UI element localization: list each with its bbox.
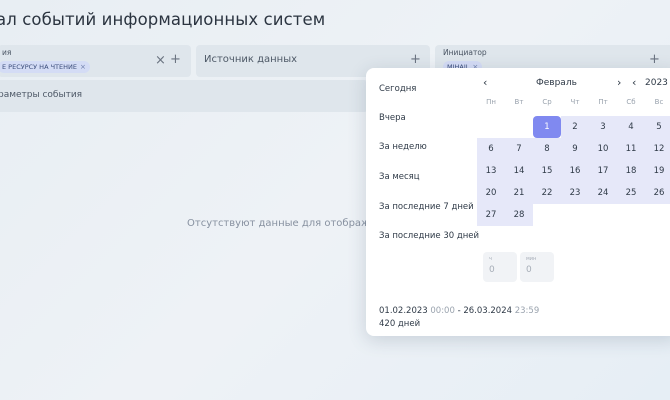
chip-label: Е РЕСУРСУ НА ЧТЕНИЕ xyxy=(2,63,77,71)
calendar-day[interactable]: 17 xyxy=(589,160,617,182)
calendar-day[interactable]: 11 xyxy=(617,138,645,160)
filter-event-type[interactable]: ия Е РЕСУРСУ НА ЧТЕНИЕ × × + xyxy=(0,45,191,77)
filter-label: Источник данных xyxy=(204,54,298,65)
weekday-label: Вт xyxy=(514,98,524,106)
minutes-field[interactable]: мин 0 xyxy=(520,252,554,282)
event-params-bar[interactable]: раметры события xyxy=(0,80,368,112)
selected-range: 01.02.2023 00:00 - 26.03.2024 23:59 xyxy=(379,306,539,316)
calendar-day[interactable]: 21 xyxy=(505,182,533,204)
range-end-time: 23:59 xyxy=(514,306,540,316)
prev-year-icon[interactable]: ‹ xyxy=(632,77,636,88)
calendar-day[interactable]: 6 xyxy=(477,138,505,160)
calendar-day[interactable]: 8 xyxy=(533,138,561,160)
filter-chip[interactable]: Е РЕСУРСУ НА ЧТЕНИЕ × xyxy=(0,61,90,73)
range-end-date: 26.03.2024 xyxy=(463,306,513,316)
preset-last-7-days[interactable]: За последние 7 дней xyxy=(379,202,474,212)
preset-last-30-days[interactable]: За последние 30 дней xyxy=(379,231,479,241)
next-month-icon[interactable]: › xyxy=(617,77,621,88)
year-label[interactable]: 2023 xyxy=(645,78,668,88)
weekday-label: Сб xyxy=(626,98,636,106)
date-range-picker: Сегодня Вчера За неделю За месяц За посл… xyxy=(366,68,670,336)
calendar-day[interactable]: 9 xyxy=(561,138,589,160)
calendar-day[interactable]: 19 xyxy=(645,160,670,182)
month-label[interactable]: Февраль xyxy=(536,78,577,88)
weekday-label: Пт xyxy=(598,98,608,106)
calendar-day[interactable]: 27 xyxy=(477,204,505,226)
params-label: раметры события xyxy=(0,90,83,100)
calendar-day[interactable]: 23 xyxy=(561,182,589,204)
add-icon[interactable]: + xyxy=(170,53,181,66)
range-start-date: 01.02.2023 xyxy=(379,306,428,316)
weekday-label: Чт xyxy=(570,98,580,106)
calendar-day[interactable]: 26 xyxy=(645,182,670,204)
calendar-day[interactable]: 20 xyxy=(477,182,505,204)
chip-close-icon[interactable]: × xyxy=(80,61,86,73)
calendar-day[interactable]: 13 xyxy=(477,160,505,182)
days-count: 420 дней xyxy=(379,319,421,329)
prev-month-icon[interactable]: ‹ xyxy=(483,77,487,88)
calendar-day[interactable]: 1 xyxy=(533,116,561,138)
preset-week[interactable]: За неделю xyxy=(379,142,427,152)
hours-value: 0 xyxy=(489,265,495,275)
calendar-day[interactable]: 12 xyxy=(645,138,670,160)
calendar-day[interactable]: 3 xyxy=(589,116,617,138)
page-title: ал событий информационных систем xyxy=(0,10,326,29)
minutes-value: 0 xyxy=(526,265,532,275)
range-start-time: 00:00 xyxy=(430,306,455,316)
calendar-day[interactable]: 24 xyxy=(589,182,617,204)
calendar-day[interactable]: 14 xyxy=(505,160,533,182)
preset-today[interactable]: Сегодня xyxy=(379,84,416,94)
filter-label: Инициатор xyxy=(443,48,487,57)
calendar-day[interactable]: 16 xyxy=(561,160,589,182)
clear-icon[interactable]: × xyxy=(155,54,166,67)
calendar-day[interactable]: 4 xyxy=(617,116,645,138)
calendar-day[interactable]: 2 xyxy=(561,116,589,138)
hours-label: ч xyxy=(489,256,492,262)
preset-month[interactable]: За месяц xyxy=(379,172,420,182)
weekday-label: Ср xyxy=(542,98,552,106)
preset-yesterday[interactable]: Вчера xyxy=(379,113,406,123)
calendar-day[interactable]: 10 xyxy=(589,138,617,160)
calendar-day[interactable]: 15 xyxy=(533,160,561,182)
filter-label: ия xyxy=(2,48,12,57)
add-icon[interactable]: + xyxy=(649,53,660,66)
calendar-day[interactable]: 28 xyxy=(505,204,533,226)
calendar-day[interactable]: 5 xyxy=(645,116,670,138)
weekday-label: Пн xyxy=(486,98,496,106)
calendar-day[interactable]: 25 xyxy=(617,182,645,204)
hours-field[interactable]: ч 0 xyxy=(483,252,517,282)
minutes-label: мин xyxy=(526,256,537,262)
add-icon[interactable]: + xyxy=(410,53,421,66)
weekday-label: Вс xyxy=(654,98,664,106)
calendar-day[interactable]: 22 xyxy=(533,182,561,204)
range-separator: - xyxy=(457,306,461,316)
calendar-day[interactable]: 7 xyxy=(505,138,533,160)
calendar-day[interactable]: 18 xyxy=(617,160,645,182)
